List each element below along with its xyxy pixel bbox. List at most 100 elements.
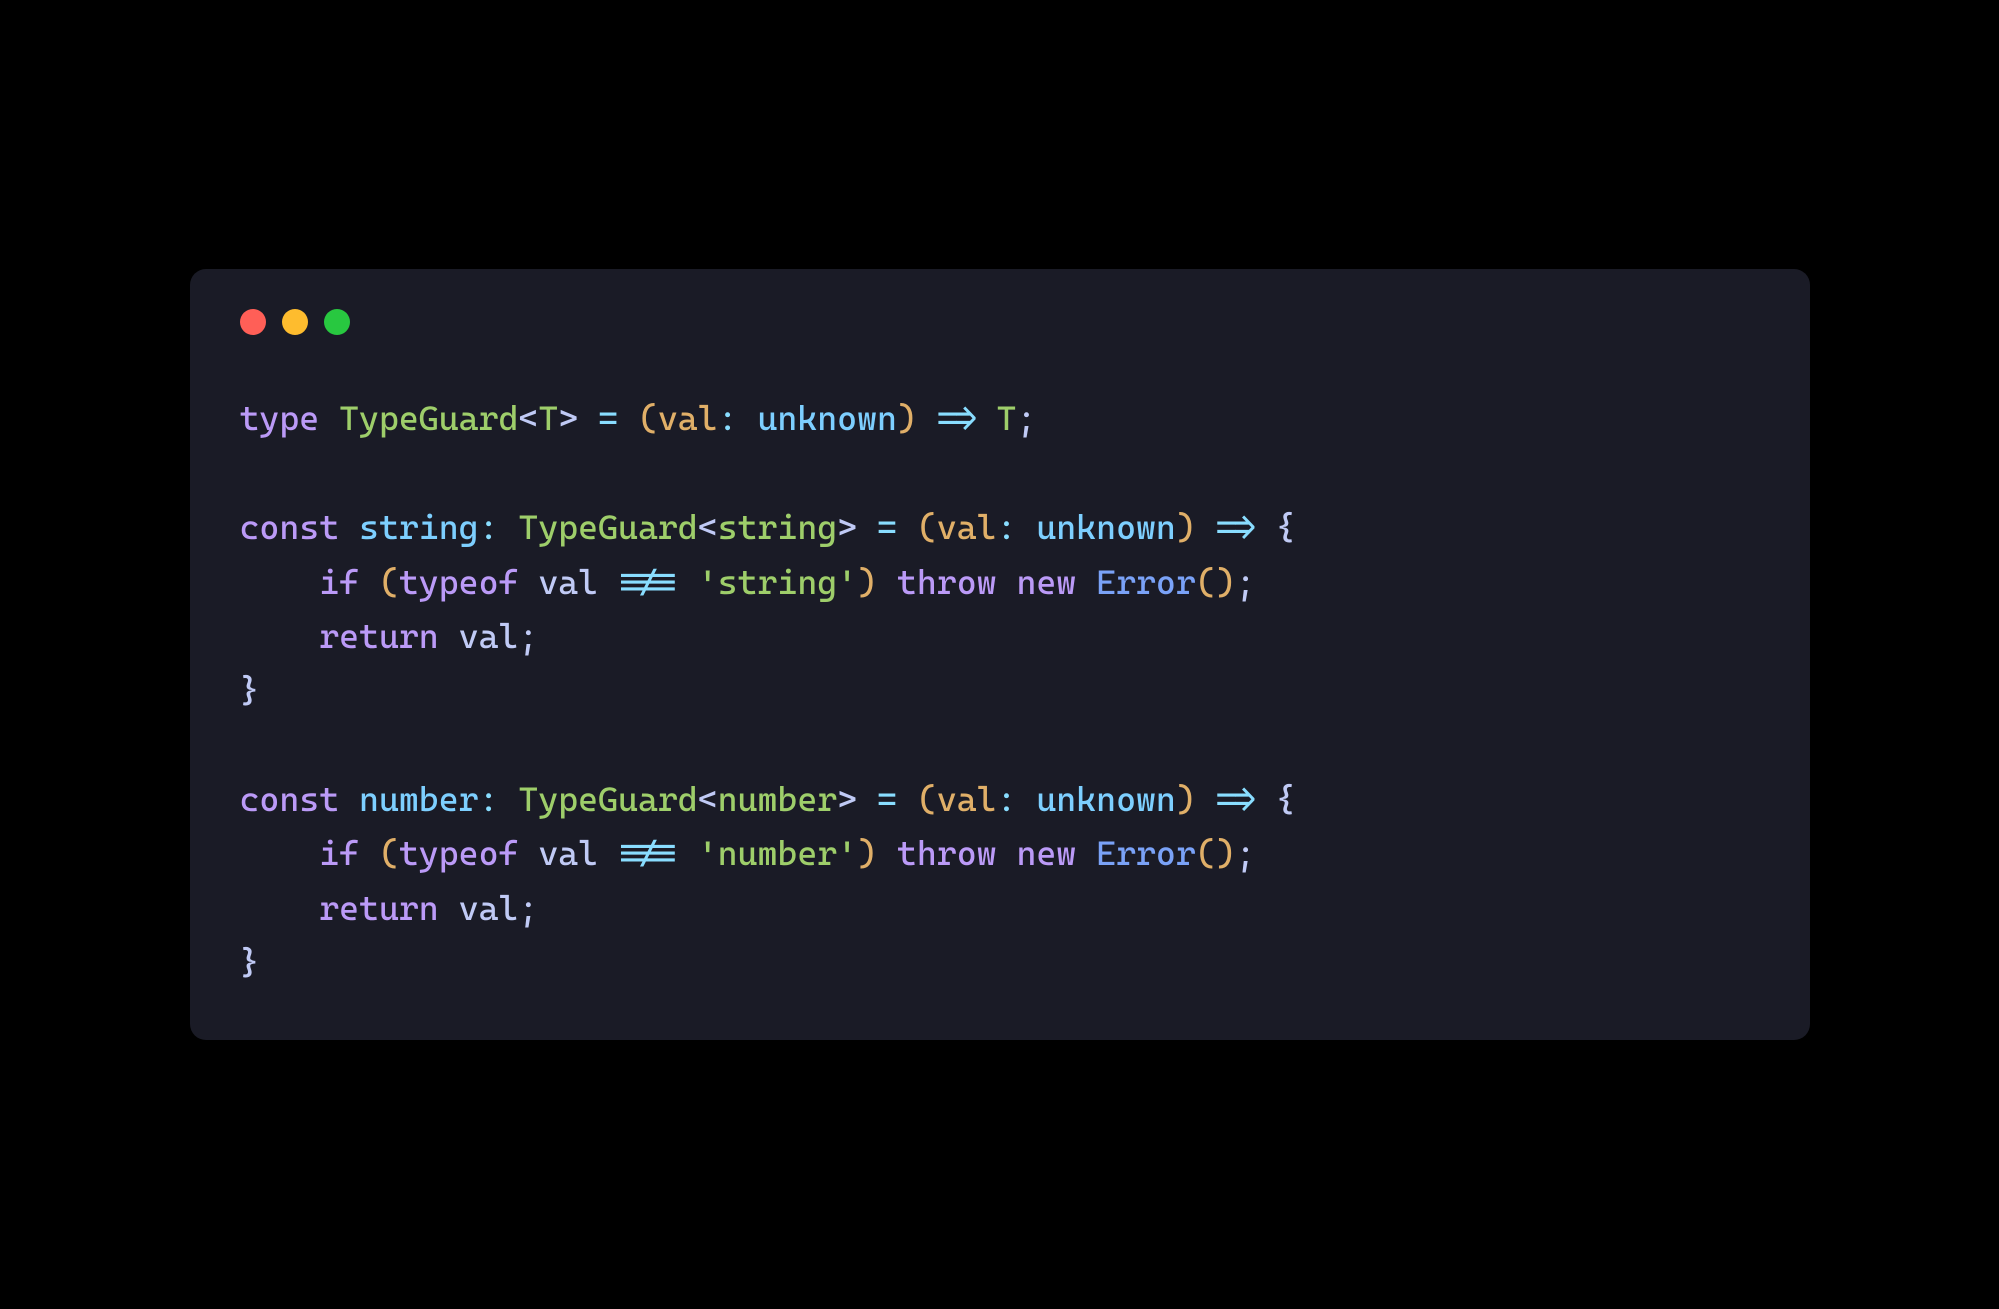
code-token: return	[319, 616, 458, 656]
code-token: =>	[917, 398, 997, 438]
code-token: Error	[1096, 833, 1196, 873]
code-token: TypeGuard	[339, 398, 518, 438]
code-token: if	[319, 562, 379, 602]
code-token: val	[937, 779, 997, 819]
code-token: )	[1216, 833, 1236, 873]
code-token: ;	[1236, 562, 1256, 602]
code-token: >	[837, 507, 857, 547]
code-window: type TypeGuard<T> = (val: unknown) => T;…	[190, 269, 1810, 1039]
code-token: val	[658, 398, 718, 438]
code-content: type TypeGuard<T> = (val: unknown) => T;…	[240, 391, 1760, 989]
code-token: <	[698, 507, 718, 547]
code-token: throw	[897, 562, 1017, 602]
code-token	[240, 616, 320, 656]
code-token: typeof	[399, 833, 538, 873]
code-token: (	[1196, 833, 1216, 873]
code-token: type	[240, 398, 340, 438]
code-token	[240, 833, 320, 873]
code-token: {	[1275, 779, 1295, 819]
code-token: string	[359, 507, 479, 547]
code-token: )	[1176, 779, 1196, 819]
code-line: if (typeof val !== 'string') throw new E…	[240, 555, 1760, 609]
code-token: (	[638, 398, 658, 438]
code-token: !==	[598, 562, 698, 602]
code-line	[240, 718, 1760, 772]
code-token	[1016, 507, 1036, 547]
code-token	[738, 398, 758, 438]
code-token: (	[379, 833, 399, 873]
code-token: number	[718, 779, 838, 819]
code-token: val	[459, 616, 519, 656]
code-token: new	[1016, 833, 1096, 873]
code-token: :	[718, 398, 738, 438]
code-token: }	[240, 670, 260, 710]
code-token	[240, 888, 320, 928]
code-token: )	[857, 562, 877, 602]
code-token: const	[240, 507, 360, 547]
code-token: !==	[598, 833, 698, 873]
code-line: return val;	[240, 609, 1760, 663]
code-token: const	[240, 779, 360, 819]
code-token: (	[917, 507, 937, 547]
code-token: >	[837, 779, 857, 819]
code-line: if (typeof val !== 'number') throw new E…	[240, 826, 1760, 880]
code-token: unknown	[757, 398, 896, 438]
code-token: val	[459, 888, 519, 928]
code-token: if	[319, 833, 379, 873]
code-token: =	[857, 507, 917, 547]
code-token: <	[518, 398, 538, 438]
code-token: )	[857, 833, 877, 873]
code-token: )	[1216, 562, 1236, 602]
code-token	[877, 833, 897, 873]
code-token: 'string'	[698, 562, 857, 602]
code-token: ;	[1236, 833, 1256, 873]
code-token: unknown	[1036, 507, 1175, 547]
code-line: return val;	[240, 881, 1760, 935]
code-token: throw	[897, 833, 1017, 873]
code-token: :	[997, 507, 1017, 547]
code-token: ;	[518, 616, 538, 656]
code-token: (	[917, 779, 937, 819]
code-token: unknown	[1036, 779, 1175, 819]
code-token: >	[558, 398, 578, 438]
code-token: (	[1196, 562, 1216, 602]
code-token: =	[857, 779, 917, 819]
maximize-icon[interactable]	[324, 309, 350, 335]
code-line: const number: TypeGuard<number> = (val: …	[240, 772, 1760, 826]
code-token	[240, 562, 320, 602]
code-token: :	[479, 779, 499, 819]
code-token: Error	[1096, 562, 1196, 602]
code-token	[498, 507, 518, 547]
code-token: ;	[518, 888, 538, 928]
code-token: :	[479, 507, 499, 547]
close-icon[interactable]	[240, 309, 266, 335]
code-token: T	[997, 398, 1017, 438]
code-token: TypeGuard	[518, 779, 697, 819]
code-token: <	[698, 779, 718, 819]
window-controls	[240, 309, 1760, 335]
code-token: =	[578, 398, 638, 438]
code-token: :	[997, 779, 1017, 819]
code-token	[498, 779, 518, 819]
code-token: )	[897, 398, 917, 438]
code-token: (	[379, 562, 399, 602]
code-line	[240, 446, 1760, 500]
code-token: =>	[1196, 507, 1276, 547]
code-token: }	[240, 942, 260, 982]
code-token: val	[538, 562, 598, 602]
code-token: number	[359, 779, 479, 819]
code-token: )	[1176, 507, 1196, 547]
minimize-icon[interactable]	[282, 309, 308, 335]
code-token: {	[1275, 507, 1295, 547]
code-token	[877, 562, 897, 602]
code-token: 'number'	[698, 833, 857, 873]
code-line: }	[240, 663, 1760, 717]
code-line: const string: TypeGuard<string> = (val: …	[240, 500, 1760, 554]
code-line: type TypeGuard<T> = (val: unknown) => T;	[240, 391, 1760, 445]
code-token: new	[1016, 562, 1096, 602]
code-token: val	[538, 833, 598, 873]
code-token: val	[937, 507, 997, 547]
code-token: string	[718, 507, 838, 547]
code-token: ;	[1016, 398, 1036, 438]
code-line: }	[240, 935, 1760, 989]
